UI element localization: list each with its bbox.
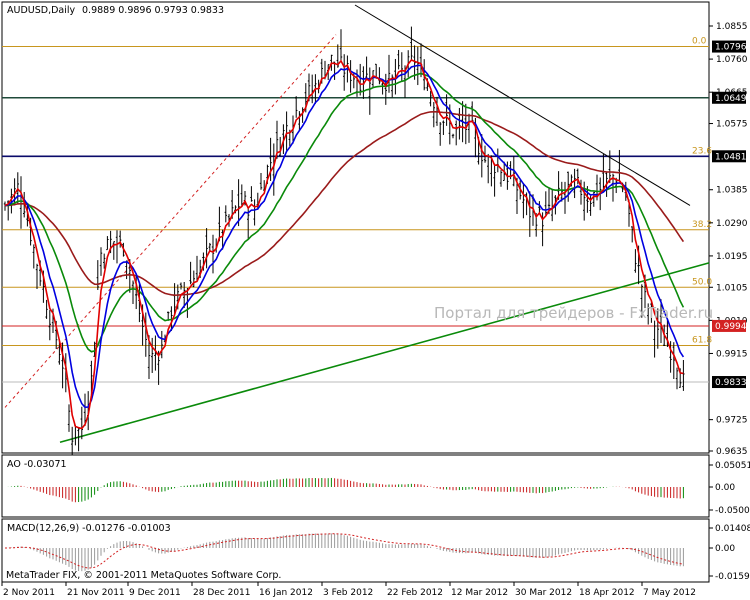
time-axis: 2 Nov 2011 21 Nov 2011 9 Dec 2011 28 Dec 20… <box>1 582 696 598</box>
time-tick-label: 2 Nov 2011 <box>3 588 55 598</box>
time-tick-label: 9 Dec 2011 <box>129 588 181 598</box>
time-tick-label: 16 Jan 2012 <box>259 588 313 598</box>
price-axis: 1.08551.07601.06651.05751.03851.02901.01… <box>709 22 748 457</box>
copyright: MetaTrader FIX, © 2001-2011 MetaQuotes S… <box>6 570 281 581</box>
price-tick-label: 1.0195 <box>716 252 748 262</box>
ao-label: AO -0.03071 <box>7 459 67 470</box>
ao-tick-label: -0.05002 <box>715 506 750 516</box>
price-tick-label: 1.0855 <box>716 22 748 32</box>
fib-level-label: 61.8 <box>692 335 712 345</box>
price-tick-label: 1.0290 <box>716 219 748 229</box>
price-label-text: 1.0649 <box>715 94 747 104</box>
time-tick-label: 3 Feb 2012 <box>323 588 373 598</box>
macd-tick-label: 0.00 <box>715 544 735 554</box>
macd-tick-label: -0.01597 <box>715 572 750 582</box>
price-tick-label: 1.0105 <box>716 283 748 293</box>
price-tick-label: 0.9725 <box>716 416 748 426</box>
time-tick-label: 30 Mar 2012 <box>515 588 572 598</box>
price-labels: 1.0796 1.0649 1.0481 0.9994 0.9833 <box>712 40 747 389</box>
fib-level-label: 38.2 <box>692 220 712 230</box>
price-label-text: 0.9994 <box>715 322 747 332</box>
time-tick-label: 28 Dec 2011 <box>193 588 251 598</box>
chart-symbol: AUDUSD,Daily <box>7 5 76 16</box>
fib-level-label: 23.6 <box>692 146 712 156</box>
price-tick-label: 0.9915 <box>716 349 748 359</box>
price-panel: 0.0 23.6 38.2 50.0 61.8 AUDUSD,Daily 0.9889 … <box>1 1 713 460</box>
time-tick-label: 21 Nov 2011 <box>67 588 125 598</box>
ao-tick-label: 0.00 <box>715 483 735 493</box>
price-tick-label: 1.0760 <box>716 55 748 65</box>
watermark: Портал для трейдеров - FxTrader.ru <box>434 304 713 322</box>
chart-ohlc: 0.9889 0.9896 0.9793 0.9833 <box>82 5 224 16</box>
price-tick-label: 1.0385 <box>716 186 748 196</box>
time-tick-label: 22 Feb 2012 <box>387 588 443 598</box>
ao-panel: AO -0.03071 <box>1 454 710 518</box>
macd-label: MACD(12,26,9) -0.01276 -0.01003 <box>7 523 171 534</box>
time-tick-label: 18 Apr 2012 <box>579 588 635 598</box>
price-label-text: 1.0796 <box>715 43 747 53</box>
time-tick-label: 12 Mar 2012 <box>451 588 508 598</box>
ao-axis: 0.05051 0.00 -0.05002 <box>709 461 750 516</box>
ao-tick-label: 0.05051 <box>715 461 750 471</box>
fib-level-label: 50.0 <box>692 277 712 287</box>
macd-panel: MACD(12,26,9) -0.01276 -0.01003 MetaTrad… <box>1 518 710 583</box>
price-tick-label: 0.9635 <box>716 447 748 457</box>
macd-axis: 0.01408 0.00 -0.01597 <box>709 524 750 582</box>
fib-level-label: 0.0 <box>692 37 707 47</box>
price-tick-label: 1.0575 <box>716 120 748 130</box>
chart: 0.0 23.6 38.2 50.0 61.8 AUDUSD,Daily 0.9889 … <box>1 1 750 598</box>
price-label-text: 1.0481 <box>715 152 747 162</box>
macd-tick-label: 0.01408 <box>715 524 750 534</box>
time-tick-label: 7 May 2012 <box>643 588 696 598</box>
price-label-text: 0.9833 <box>715 378 747 388</box>
